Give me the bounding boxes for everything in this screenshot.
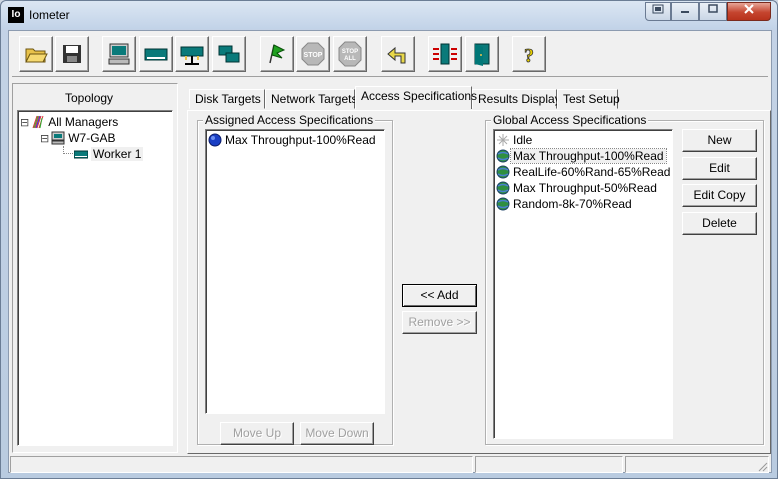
stop-all-icon: STOPALL	[338, 41, 362, 67]
app-window: Io Iometer STOP STOP ALL ? Topology ⊟ Al…	[0, 0, 778, 479]
exit-button[interactable]	[465, 36, 499, 72]
globe-icon	[496, 165, 510, 179]
computer-icon	[108, 43, 130, 65]
network-worker-icon	[180, 46, 204, 65]
worker-disk-icon	[74, 150, 88, 159]
manager-computer-icon	[51, 131, 65, 145]
delete-spec-button[interactable]: Delete	[682, 212, 757, 235]
tree-toggle[interactable]: ⊟	[40, 132, 49, 145]
restore-app-icon[interactable]	[645, 2, 671, 21]
list-item-label: Max Throughput-100%Read	[225, 133, 376, 147]
duplicate-icon	[218, 45, 240, 63]
assigned-list[interactable]: Max Throughput-100%Read	[205, 129, 385, 414]
move-up-button[interactable]: Move Up	[220, 422, 294, 445]
global-group-title: Global Access Specifications	[491, 113, 649, 127]
disk-worker-icon	[144, 48, 168, 61]
new-disk-worker-button[interactable]	[139, 36, 173, 72]
status-pane-right	[625, 456, 769, 473]
window-title: Iometer	[29, 8, 70, 22]
start-tests-button[interactable]	[260, 36, 294, 72]
tree-label: All Managers	[48, 115, 119, 129]
edit-spec-button[interactable]: Edit	[682, 157, 757, 180]
idle-sparkle-icon	[497, 134, 509, 146]
minimize-icon[interactable]	[671, 2, 699, 21]
open-folder-icon	[25, 48, 48, 63]
tree-node-all-managers[interactable]: ⊟ All Managers	[20, 114, 118, 130]
status-pane-main	[10, 456, 473, 473]
reset-arrow-icon	[387, 46, 406, 64]
blue-ball-icon	[208, 133, 222, 147]
svg-text:ALL: ALL	[344, 56, 356, 62]
globe-icon	[496, 181, 510, 195]
list-item[interactable]: Max Throughput-100%Read	[208, 132, 376, 148]
global-group: Global Access Specifications Idle Max Th…	[485, 113, 764, 445]
tree-label: W7-GAB	[68, 131, 116, 145]
topology-heading: Topology	[65, 91, 114, 105]
all-managers-icon	[32, 115, 44, 129]
help-label: ?	[524, 45, 534, 67]
help-icon: ?	[524, 45, 535, 67]
globe-icon	[496, 197, 510, 211]
add-spec-button[interactable]: << Add	[402, 284, 477, 307]
assigned-group: Assigned Access Specifications Max Throu…	[197, 113, 393, 445]
list-item[interactable]: Max Throughput-50%Read	[496, 180, 657, 196]
globe-icon	[496, 149, 510, 163]
tab-results-display[interactable]: Results Display	[472, 89, 561, 109]
tab-strip: Disk Targets Network Targets Access Spec…	[187, 86, 771, 111]
tab-network-targets[interactable]: Network Targets	[265, 89, 357, 109]
exit-door-icon	[474, 43, 490, 66]
targets-refresh-icon	[433, 43, 457, 65]
tree-label: Worker 1	[91, 147, 144, 161]
reset-workers-button[interactable]	[381, 36, 415, 72]
green-flag-icon	[269, 44, 286, 64]
tree-toggle[interactable]: ⊟	[20, 116, 29, 129]
stop-all-button[interactable]: STOP ALL	[333, 36, 367, 72]
floppy-disk-icon	[63, 45, 81, 63]
list-item[interactable]: Idle	[496, 132, 532, 148]
help-button[interactable]: ?	[512, 36, 546, 72]
list-item-label: RealLife-60%Rand-65%Read	[513, 165, 671, 179]
edit-copy-spec-button[interactable]: Edit Copy	[682, 184, 757, 207]
topology-panel: Topology ⊟ All Managers ⊟ W7-GAB Worker …	[12, 83, 178, 453]
tab-test-setup[interactable]: Test Setup	[557, 89, 620, 109]
new-spec-button[interactable]: New	[682, 129, 757, 152]
stop-test-button[interactable]: STOP	[296, 36, 330, 72]
list-item[interactable]: Random-8k-70%Read	[496, 196, 632, 212]
tab-access-specifications[interactable]: Access Specifications	[355, 86, 477, 109]
maximize-icon[interactable]	[699, 2, 727, 21]
list-item-label: Max Throughput-50%Read	[513, 181, 657, 195]
list-item[interactable]: RealLife-60%Rand-65%Read	[496, 164, 670, 180]
list-item[interactable]: Max Throughput-100%Read	[496, 148, 667, 164]
status-pane-middle	[475, 456, 623, 473]
save-config-button[interactable]	[55, 36, 89, 72]
tab-disk-targets[interactable]: Disk Targets	[189, 89, 265, 109]
assigned-group-title: Assigned Access Specifications	[203, 113, 376, 127]
refresh-targets-button[interactable]	[428, 36, 462, 72]
close-icon[interactable]	[727, 2, 771, 21]
duplicate-worker-button[interactable]	[212, 36, 246, 72]
tree-node-worker[interactable]: Worker 1	[74, 146, 144, 162]
client-area: STOP STOP ALL ? Topology ⊟ All Managers …	[8, 30, 772, 473]
stop-sign-icon: STOP	[301, 42, 325, 66]
remove-spec-button[interactable]: Remove >>	[402, 311, 477, 334]
tree-node-manager[interactable]: ⊟ W7-GAB	[40, 130, 116, 146]
title-bar[interactable]: Io Iometer	[1, 1, 777, 29]
status-bar	[9, 456, 771, 473]
move-down-button[interactable]: Move Down	[300, 422, 374, 445]
new-network-worker-button[interactable]	[175, 36, 209, 72]
open-config-button[interactable]	[19, 36, 53, 72]
stop-label: STOP	[304, 52, 323, 59]
iometer-app-icon[interactable]: Io	[8, 7, 24, 23]
svg-text:STOP: STOP	[342, 49, 358, 55]
resize-grip-icon[interactable]	[756, 460, 768, 472]
list-item-label: Random-8k-70%Read	[513, 197, 632, 211]
topology-tree[interactable]: ⊟ All Managers ⊟ W7-GAB Worker 1	[17, 110, 173, 446]
toolbar: STOP STOP ALL ?	[12, 35, 768, 77]
access-specs-page: Assigned Access Specifications Max Throu…	[187, 110, 771, 454]
list-item-label: Idle	[513, 133, 533, 147]
new-manager-button[interactable]	[102, 36, 136, 72]
global-list[interactable]: Idle Max Throughput-100%Read RealLife-60…	[493, 129, 673, 439]
list-item-label: Max Throughput-100%Read	[510, 148, 667, 164]
